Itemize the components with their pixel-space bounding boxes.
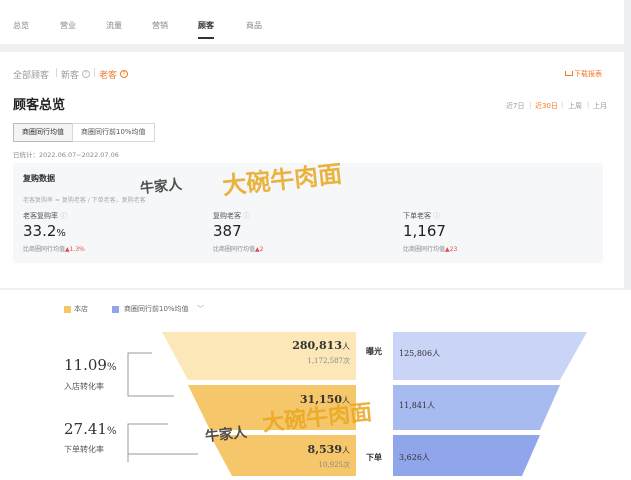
download-report-link[interactable]: 下载报表 [574, 69, 602, 79]
funnel-store-sub: 10,925次 [318, 461, 351, 469]
nav-tab-overview[interactable]: 总览 [13, 20, 29, 31]
connector-line [127, 379, 174, 397]
connector-line [127, 352, 152, 379]
period-separator: | [587, 101, 590, 109]
info-icon: ? [82, 70, 90, 78]
period-30d[interactable]: 近30日 [535, 101, 558, 111]
download-icon [565, 71, 573, 76]
rate-label: 下单转化率 [64, 445, 104, 454]
funnel-peer-value: 125,806人 [399, 349, 441, 358]
metric-compare: 比商圈同行均值▲2 [213, 246, 264, 253]
rate-label: 入店转化率 [64, 382, 104, 391]
card-title: 复购数据 [23, 174, 55, 183]
funnel-stage-label: 曝光 [366, 347, 382, 356]
funnel-stage-label: 下单 [366, 453, 382, 462]
funnel-store-value: 8,539人 [307, 443, 350, 456]
funnel-store-sub: 1,172,587次 [307, 357, 350, 365]
tab-peer-average[interactable]: 商圈同行均值 [13, 123, 73, 142]
filter-all-customers[interactable]: 全部顾客 [13, 68, 49, 81]
top-nav [0, 0, 624, 44]
filter-separator: | [55, 68, 59, 78]
stat-time: 已统计：2022.06.07~2022.07.06 [13, 151, 119, 159]
metric-label: 下单老客 ⓘ [403, 212, 441, 220]
period-separator: | [561, 101, 564, 109]
metric-value: 33.2% [23, 222, 66, 240]
rate-value: 27.41% [64, 420, 117, 438]
nav-tab-marketing[interactable]: 营销 [152, 20, 168, 31]
page-title: 顾客总览 [13, 98, 66, 113]
rate-value: 11.09% [64, 356, 117, 374]
filter-old-customers[interactable]: 老客 [99, 68, 117, 81]
nav-tab-products[interactable]: 商品 [246, 20, 262, 31]
filter-separator: | [93, 68, 97, 78]
metric-compare: 比商圈同行均值▲1.3% [23, 246, 85, 253]
funnel-peer-value: 3,626人 [399, 453, 430, 462]
filter-new-customers[interactable]: 新客 [61, 68, 79, 81]
metric-label: 老客复购率 ⓘ [23, 212, 68, 220]
nav-tab-customers[interactable]: 顾客 [198, 20, 214, 31]
nav-active-indicator [198, 37, 214, 39]
metric-compare: 比商圈同行均值▲23 [403, 246, 458, 253]
metric-value: 1,167 [403, 222, 446, 240]
tab-peer-top10-average[interactable]: 商圈同行前10%均值 [72, 123, 155, 142]
info-icon: ? [120, 70, 128, 78]
funnel-peer-value: 11,841人 [399, 401, 435, 410]
nav-tab-traffic[interactable]: 流量 [106, 20, 122, 31]
connector-line [127, 423, 168, 462]
period-7d[interactable]: 近7日 [506, 101, 524, 111]
period-separator: | [529, 101, 532, 109]
metric-label: 复购老客 ⓘ [213, 212, 251, 220]
connector-line [127, 453, 198, 462]
metric-value: 387 [213, 222, 242, 240]
funnel-store-value: 280,813人 [292, 339, 350, 352]
period-last-month[interactable]: 上月 [593, 101, 607, 111]
period-last-week[interactable]: 上周 [568, 101, 582, 111]
nav-tab-business[interactable]: 营业 [60, 20, 76, 31]
